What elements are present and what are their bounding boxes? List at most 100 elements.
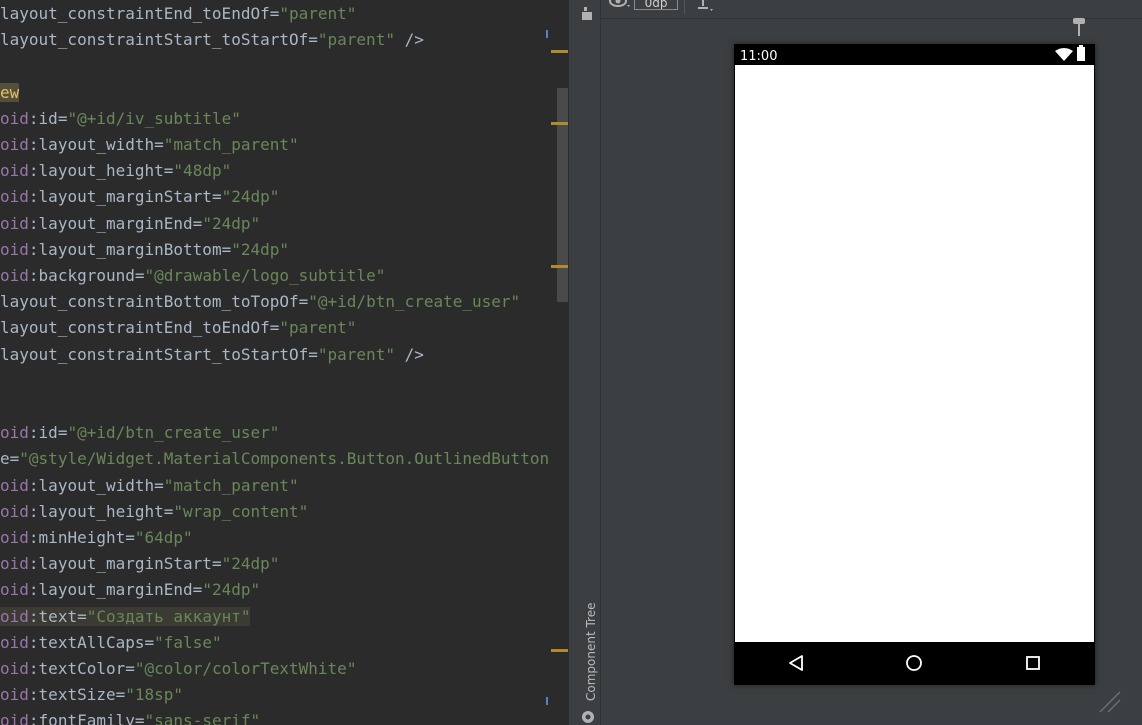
change-marker — [546, 697, 548, 705]
code-token-ns: oid — [0, 135, 29, 154]
code-token-sym: : — [28, 161, 39, 181]
recents-square-icon[interactable] — [1024, 654, 1042, 672]
component-tree-tab[interactable]: Component Tree — [582, 596, 600, 708]
code-line[interactable]: oid:layout_marginStart="24dp" — [0, 551, 279, 577]
code-line[interactable]: layout_constraintStart_toStartOf="parent… — [0, 27, 424, 53]
pin-icon[interactable] — [1073, 18, 1085, 36]
palette-icon[interactable] — [581, 6, 594, 22]
code-line[interactable]: layout_constraintEnd_toEndOf="parent" — [0, 315, 356, 341]
status-bar: 11:00 — [734, 44, 1095, 65]
code-token-sym: = — [211, 187, 222, 207]
code-line[interactable]: oid:id="@+id/btn_create_user" — [0, 420, 279, 446]
code-line[interactable]: oid:layout_marginEnd="24dp" — [0, 211, 260, 237]
code-token-val: "wrap_content" — [173, 501, 309, 521]
code-token-attr: background — [38, 266, 135, 285]
code-line[interactable]: oid:fontFamily="sans-serif" — [0, 708, 260, 725]
eye-icon[interactable] — [609, 0, 633, 12]
code-token-sym: = — [154, 475, 164, 495]
code-token-attr: layout_marginStart — [38, 554, 212, 574]
code-token-sym: = — [163, 501, 174, 521]
code-token-attr: layout_marginEnd — [38, 580, 193, 600]
code-token-val: "sans-serif" — [144, 711, 261, 725]
code-token-sym: = — [154, 135, 164, 154]
code-token-val: "@drawable/logo_subtitle" — [144, 266, 386, 285]
code-line[interactable]: oid:layout_marginStart="24dp" — [0, 184, 279, 210]
home-circle-icon[interactable] — [905, 654, 923, 672]
code-token-val: "24dp" — [202, 213, 261, 233]
code-token-sym: = — [308, 30, 318, 50]
code-token-ns: oid — [0, 161, 29, 181]
editor-scrollbar[interactable] — [557, 88, 568, 302]
code-line[interactable]: layout_constraintStart_toStartOf="parent… — [0, 342, 424, 368]
resize-handle-icon[interactable] — [1098, 690, 1122, 714]
code-token-val: "parent" — [279, 4, 357, 23]
code-line[interactable]: oid:layout_marginBottom="24dp" — [0, 237, 289, 263]
code-token-val: "48dp" — [173, 161, 232, 181]
code-token-sym: : — [28, 187, 39, 207]
code-token-sym: = — [134, 711, 145, 725]
device-preview[interactable]: 11:00 — [734, 44, 1095, 685]
code-token-ns: oid — [0, 239, 29, 259]
code-token-val: "false" — [154, 632, 222, 652]
default-margin-value: 0dp — [644, 0, 668, 10]
error-stripe-marker[interactable] — [551, 649, 568, 652]
code-token-val: "@+id/btn_create_user" — [67, 423, 280, 443]
code-token-ns: oid — [0, 213, 29, 233]
component-tree-label: Component Tree — [584, 602, 598, 702]
code-token-sym: : — [28, 659, 39, 678]
error-stripe-marker[interactable] — [551, 122, 568, 125]
code-token-sym: = — [134, 266, 145, 285]
wifi-icon — [1055, 48, 1073, 61]
code-line[interactable]: oid:id="@+id/iv_subtitle" — [0, 106, 241, 132]
code-token-sym: = — [115, 685, 126, 705]
app-screen[interactable] — [735, 65, 1094, 642]
code-line[interactable]: e="@style/Widget.MaterialComponents.Butt… — [0, 446, 549, 472]
code-line[interactable]: oid:layout_width="match_parent" — [0, 132, 299, 158]
code-token-sym: : — [28, 266, 39, 285]
code-line[interactable]: oid:text="Создать аккаунт" — [0, 604, 251, 630]
code-token-sym: = — [125, 528, 135, 547]
code-token-sym: = — [57, 108, 68, 128]
code-token-ns: oid — [0, 632, 29, 652]
error-stripe-marker[interactable] — [551, 50, 568, 53]
back-triangle-icon[interactable] — [787, 654, 805, 672]
code-token-attr: layout_height — [38, 161, 164, 181]
code-token-val: "64dp" — [134, 528, 193, 547]
code-token-attr: layout_constraintEnd_toEndOf — [0, 318, 270, 338]
code-line[interactable]: oid:layout_width="match_parent" — [0, 473, 299, 499]
code-line[interactable]: oid:minHeight="64dp" — [0, 525, 193, 551]
code-token-attr: text — [38, 606, 78, 626]
status-time: 11:00 — [740, 49, 778, 64]
code-token-ns: oid — [0, 475, 29, 495]
code-editor[interactable]: layout_constraintEnd_toEndOf="parent" lay… — [0, 0, 569, 725]
code-token-attr: layout_marginEnd — [38, 213, 193, 233]
code-line[interactable]: oid:layout_height="48dp" — [0, 158, 231, 184]
code-token-val: "Создать аккаунт" — [86, 606, 251, 626]
code-line[interactable]: oid:layout_height="wrap_content" — [0, 499, 308, 525]
default-margin-field[interactable]: 0dp — [634, 0, 678, 10]
battery-icon — [1077, 47, 1085, 61]
code-line[interactable]: ew — [0, 80, 20, 106]
code-token-val: "24dp" — [231, 239, 290, 259]
code-line[interactable]: oid:layout_marginEnd="24dp" — [0, 577, 260, 603]
code-line[interactable]: oid:textColor="@color/colorTextWhite" — [0, 656, 356, 682]
code-line[interactable]: oid:textSize="18sp" — [0, 682, 183, 708]
code-token-val: "parent" — [317, 344, 395, 364]
code-token-sym: = — [77, 606, 87, 626]
code-line[interactable]: oid:textAllCaps="false" — [0, 630, 222, 656]
code-token-attr: id — [38, 108, 58, 128]
code-token-sym: /> — [394, 30, 424, 50]
code-token-sym: = — [192, 580, 203, 600]
code-token-sym: : — [28, 135, 39, 154]
component-tree-icon[interactable] — [581, 710, 595, 724]
code-line[interactable]: layout_constraintEnd_toEndOf="parent" — [0, 1, 356, 27]
code-token-sym: = — [57, 423, 68, 443]
code-token-val: "@style/Widget.MaterialComponents.Button… — [19, 449, 550, 469]
code-token-ns: oid — [0, 187, 29, 207]
baseline-align-icon[interactable] — [697, 0, 717, 14]
code-line[interactable]: layout_constraintBottom_toTopOf="@+id/bt… — [0, 289, 520, 315]
code-line[interactable]: oid:background="@drawable/logo_subtitle" — [0, 263, 385, 289]
code-token-sym: = — [269, 318, 280, 338]
error-stripe-marker[interactable] — [551, 265, 568, 268]
change-marker — [546, 30, 548, 38]
